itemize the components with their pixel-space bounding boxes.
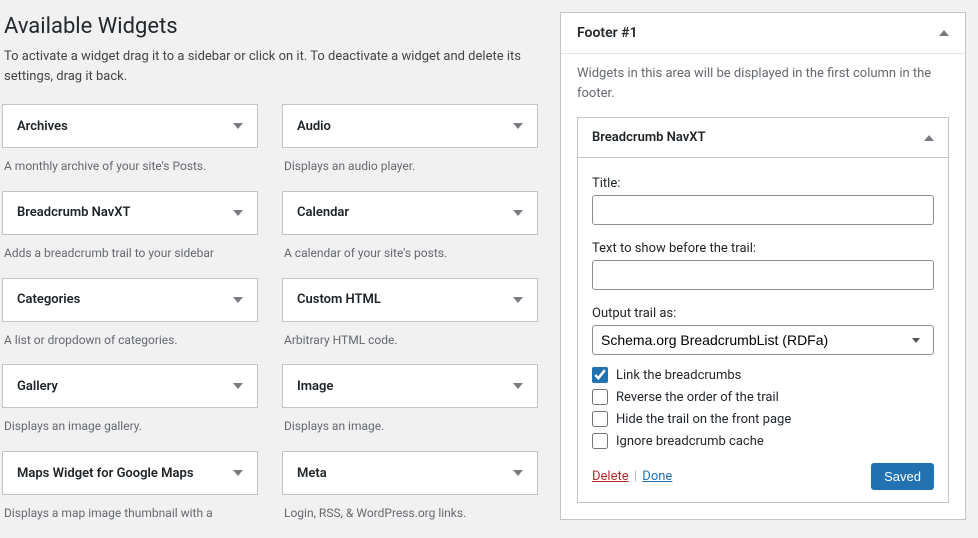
check-link-row: Link the breadcrumbs [592,367,934,383]
available-widgets-panel: Available Widgets To activate a widget d… [0,0,560,505]
widget-title: Archives [17,119,68,134]
check-reverse-label[interactable]: Reverse the order of the trail [616,390,779,405]
available-description: To activate a widget drag it to a sideba… [2,47,538,86]
check-hidefront-row: Hide the trail on the front page [592,411,934,427]
check-hidefront[interactable] [592,411,608,427]
done-link[interactable]: Done [642,469,672,484]
widget-title: Calendar [297,205,349,220]
widget-title: Breadcrumb NavXT [592,130,705,145]
widget-body: Title: Text to show before the trail: Ou… [578,157,948,502]
caret-down-icon [233,210,243,216]
widget-item: Audio Displays an audio player. [282,104,538,191]
widget-item: Categories A list or dropdown of categori… [2,278,258,365]
sidebar-description: Widgets in this area will be displayed i… [561,54,965,117]
check-ignorecache[interactable] [592,433,608,449]
widget-box[interactable]: Archives [2,104,258,148]
caret-down-icon [513,297,523,303]
caret-down-icon [233,470,243,476]
widget-title: Image [297,379,333,394]
sidebar-title: Footer #1 [577,25,638,41]
widget-box[interactable]: Meta [282,451,538,495]
caret-down-icon [233,123,243,129]
widget-title: Gallery [17,379,58,394]
output-select[interactable] [592,325,934,355]
widget-box[interactable]: Calendar [282,191,538,235]
caret-down-icon [233,383,243,389]
pretext-label: Text to show before the trail: [592,241,934,256]
widget-item: Archives A monthly archive of your site's… [2,104,258,191]
widget-desc: A calendar of your site's posts. [282,235,538,278]
breadcrumb-widget: Breadcrumb NavXT Title: Text to show bef… [577,117,949,503]
widget-title: Meta [297,466,327,481]
widget-desc: Adds a breadcrumb trail to your sidebar [2,235,258,278]
widget-box[interactable]: Audio [282,104,538,148]
widget-desc: Arbitrary HTML code. [282,322,538,365]
pretext-input[interactable] [592,260,934,290]
widget-box[interactable]: Categories [2,278,258,322]
widget-item: Image Displays an image. [282,364,538,451]
widget-item: Breadcrumb NavXT Adds a breadcrumb trail … [2,191,258,278]
widget-item: Meta Login, RSS, & WordPress.org links. [282,451,538,538]
widget-desc: A monthly archive of your site's Posts. [2,148,258,191]
caret-up-icon [924,135,934,141]
caret-down-icon [513,383,523,389]
caret-up-icon [939,30,949,36]
widget-item: Calendar A calendar of your site's posts. [282,191,538,278]
caret-down-icon [233,297,243,303]
widget-desc: Displays an image. [282,408,538,451]
widget-title: Categories [17,292,80,307]
control-links: Delete | Done [592,469,672,484]
title-label: Title: [592,176,934,191]
widget-item: Maps Widget for Google Maps Displays a ma… [2,451,258,538]
check-link-label[interactable]: Link the breadcrumbs [616,368,741,383]
widget-controls: Delete | Done Saved [592,463,934,490]
widgets-grid: Archives A monthly archive of your site's… [2,104,538,538]
widget-box[interactable]: Maps Widget for Google Maps [2,451,258,495]
check-ignorecache-row: Ignore breadcrumb cache [592,433,934,449]
check-hidefront-label[interactable]: Hide the trail on the front page [616,412,791,427]
caret-down-icon [513,123,523,129]
sidebar-panel: Footer #1 Widgets in this area will be d… [560,0,978,505]
widget-desc: Displays an audio player. [282,148,538,191]
footer-sidebar: Footer #1 Widgets in this area will be d… [560,12,966,520]
widget-item: Gallery Displays an image gallery. [2,364,258,451]
widget-box[interactable]: Breadcrumb NavXT [2,191,258,235]
sidebar-header[interactable]: Footer #1 [561,13,965,54]
widget-title: Maps Widget for Google Maps [17,466,194,481]
check-ignorecache-label[interactable]: Ignore breadcrumb cache [616,434,764,449]
saved-button[interactable]: Saved [871,463,934,490]
widget-desc: Login, RSS, & WordPress.org links. [282,495,538,538]
widget-box[interactable]: Image [282,364,538,408]
widget-title: Audio [297,119,331,134]
widget-desc: Displays a map image thumbnail with a [2,495,258,538]
widget-item: Custom HTML Arbitrary HTML code. [282,278,538,365]
caret-down-icon [513,470,523,476]
check-reverse-row: Reverse the order of the trail [592,389,934,405]
widget-header[interactable]: Breadcrumb NavXT [578,118,948,157]
caret-down-icon [513,210,523,216]
widget-desc: A list or dropdown of categories. [2,322,258,365]
widget-box[interactable]: Gallery [2,364,258,408]
title-input[interactable] [592,195,934,225]
check-reverse[interactable] [592,389,608,405]
delete-link[interactable]: Delete [592,469,629,484]
available-heading: Available Widgets [2,14,538,39]
widget-title: Breadcrumb NavXT [17,205,130,220]
check-link[interactable] [592,367,608,383]
widget-desc: Displays an image gallery. [2,408,258,451]
separator: | [634,469,637,484]
widget-box[interactable]: Custom HTML [282,278,538,322]
output-label: Output trail as: [592,306,934,321]
widget-title: Custom HTML [297,292,381,307]
